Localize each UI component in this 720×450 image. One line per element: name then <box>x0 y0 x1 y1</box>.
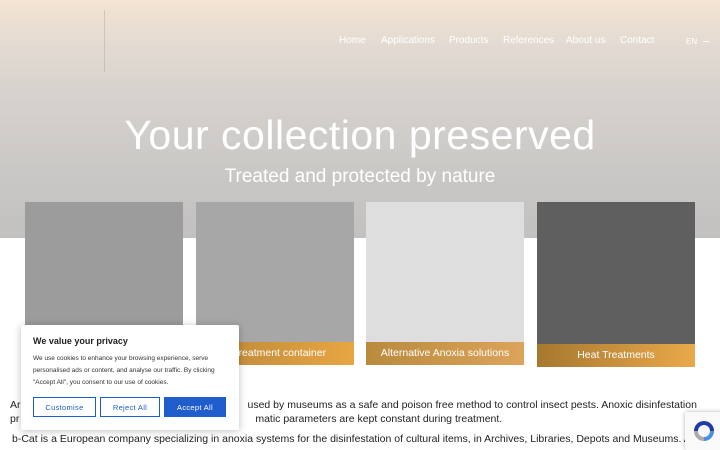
card-image <box>366 202 524 344</box>
nav-references[interactable]: References <box>503 35 554 46</box>
card-label: Heat Treatments <box>537 344 695 367</box>
reject-all-button[interactable]: Reject All <box>100 397 160 417</box>
customise-button[interactable]: Customise <box>33 397 96 417</box>
nav-about-us[interactable]: About us <box>566 35 605 46</box>
cookie-text: We use cookies to enhance your browsing … <box>33 355 215 386</box>
card-image <box>537 202 695 344</box>
p1-start: Ar <box>10 399 21 411</box>
language-switcher[interactable]: EN <box>686 37 710 46</box>
nav-contact[interactable]: Contact <box>620 35 654 46</box>
nav-applications[interactable]: Applications <box>381 35 435 46</box>
card-image <box>25 202 183 344</box>
recaptcha-badge[interactable] <box>685 412 720 450</box>
p2-end: matic parameters are kept constant durin… <box>255 413 503 425</box>
card-label: Alternative Anoxia solutions <box>366 342 524 365</box>
card-heat-treatments[interactable]: Heat Treatments <box>537 202 695 367</box>
cookie-title: We value your privacy <box>33 336 128 346</box>
logo-divider <box>104 10 105 72</box>
cookie-consent-banner: We value your privacy We use cookies to … <box>21 325 239 430</box>
p2-start: pr <box>10 413 20 425</box>
hero-title: Your collection preserved <box>124 112 596 158</box>
language-label: EN <box>686 37 698 46</box>
nav-products[interactable]: Products <box>449 35 488 46</box>
nav-home[interactable]: Home <box>339 35 366 46</box>
language-dash-icon <box>703 41 710 42</box>
p1-end: used by museums as a safe and poison fre… <box>247 399 697 411</box>
card-image <box>196 202 354 344</box>
recaptcha-icon <box>694 421 714 441</box>
accept-all-button[interactable]: Accept All <box>164 397 226 417</box>
card-alternative-anoxia[interactable]: Alternative Anoxia solutions <box>366 202 524 365</box>
body-paragraph-3: b-Cat is a European company specializing… <box>12 433 720 445</box>
hero-subtitle: Treated and protected by nature <box>224 166 496 187</box>
